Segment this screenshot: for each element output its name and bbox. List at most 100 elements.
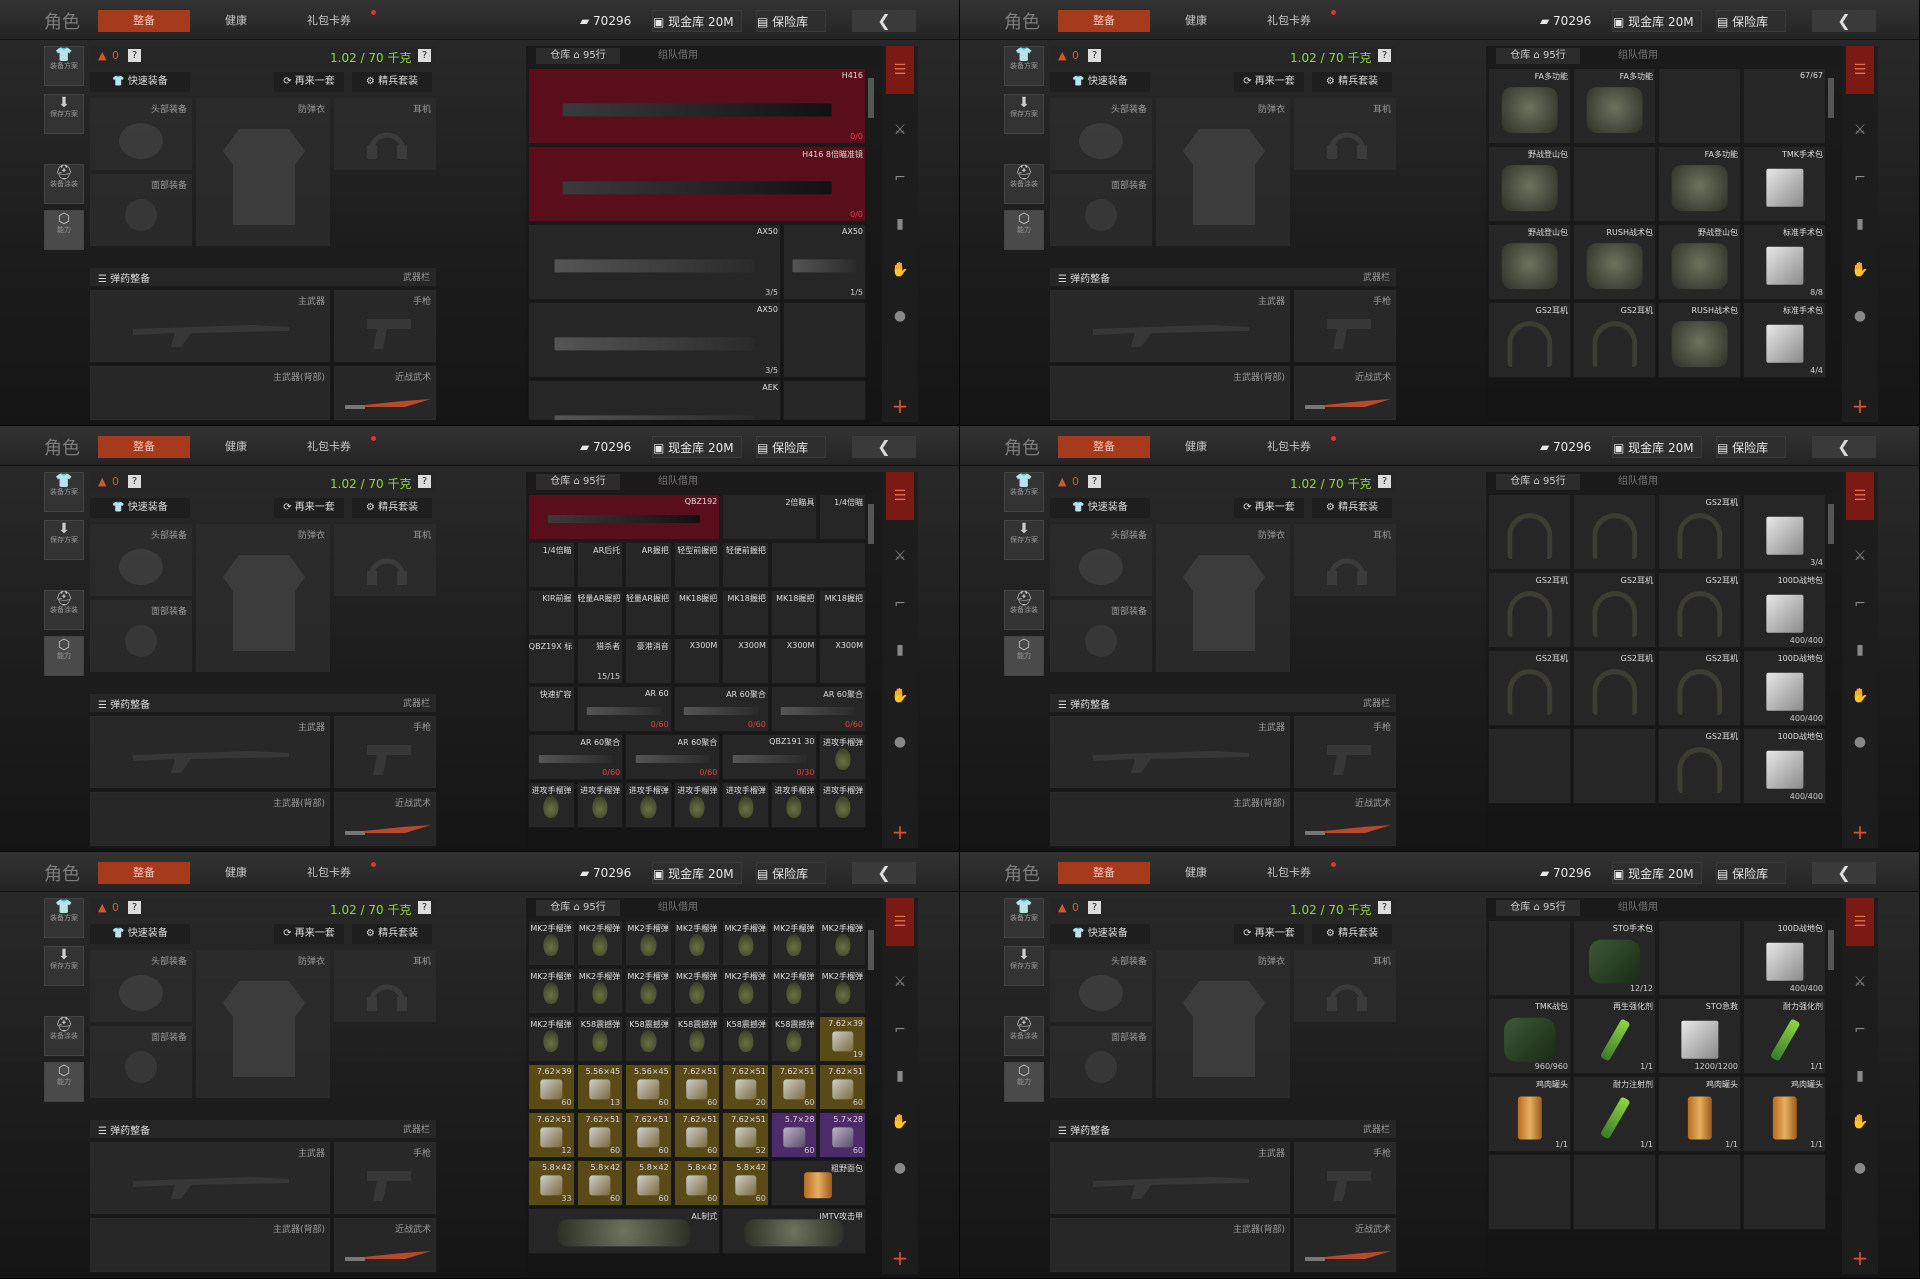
save-plan-button[interactable]: ⬇ 保存方案 [44,94,84,134]
help-icon[interactable]: ? [1378,475,1391,488]
face-slot[interactable]: 面部装备 [1050,600,1152,672]
tab-team-borrow[interactable]: 组队借用 [658,474,718,490]
inventory-item[interactable] [1488,920,1571,996]
quick-equip-button[interactable]: 👕 快速装备 [1050,72,1150,92]
plus-icon[interactable]: + [1846,1244,1874,1272]
tab-health[interactable]: 健康 [1170,862,1222,884]
inventory-item[interactable]: 7.62×51 60 [770,1064,818,1110]
elite-set-button[interactable]: ⚙ 精兵套装 [352,924,432,944]
tab-equip[interactable]: 整备 [1058,862,1150,884]
pistol-slot[interactable]: 手枪 [1294,716,1396,788]
inventory-item[interactable]: AR握把 [625,542,672,588]
inventory-item[interactable] [783,380,866,420]
cash-vault-button[interactable]: ▣ 现金库 20M [1612,436,1702,458]
quick-equip-button[interactable]: 👕 快速装备 [1050,498,1150,518]
inventory-item[interactable]: MK2手榴弹 [722,968,769,1014]
rifle-icon[interactable]: ⌐ [1846,590,1874,618]
elite-set-button[interactable]: ⚙ 精兵套装 [352,498,432,518]
inventory-item[interactable]: 鸡肉罐头 1/1 [1743,1076,1826,1152]
face-slot[interactable]: 面部装备 [90,600,192,672]
help-icon[interactable]: ? [1378,49,1391,62]
equip-skin-button[interactable]: ⛑ 装备涂装 [44,1016,84,1056]
tab-gift-card[interactable]: 礼包卡券 [292,862,366,884]
inventory-item[interactable]: 100D战地包 400/400 [1743,650,1826,726]
inventory-item[interactable]: GS2耳机 [1658,494,1741,570]
knife-icon[interactable]: ⚔ [1846,542,1874,570]
elite-set-button[interactable]: ⚙ 精兵套装 [352,72,432,92]
help-icon[interactable]: ? [1088,49,1101,62]
inventory-item[interactable]: 快速扩容 [528,686,575,732]
head-slot[interactable]: 头部装备 [90,98,192,170]
inventory-item[interactable]: K58震撼弹 [625,1016,672,1062]
inventory-item[interactable]: IMTV攻击甲 [722,1208,866,1254]
chevron-left-icon[interactable]: ❮ [1812,436,1876,458]
ability-button[interactable]: ⬡ 能力 [1004,210,1044,250]
inventory-item[interactable]: GS2耳机 [1658,650,1741,726]
again-button[interactable]: ⟳ 再来一套 [274,924,344,944]
inventory-item[interactable]: 进攻手榴弹 [819,782,866,828]
tab-gift-card[interactable]: 礼包卡券 [1252,862,1326,884]
inventory-item[interactable]: 100D战地包 400/400 [1743,920,1826,996]
pistol-slot[interactable]: 手枪 [1294,1142,1396,1214]
inventory-item[interactable]: AX50 3/5 [528,224,781,300]
inventory-item[interactable]: 5.8×42 60 [722,1160,769,1206]
hand-icon[interactable]: ✋ [1846,256,1874,284]
inventory-item[interactable]: MK2手榴弹 [770,968,818,1014]
armor-slot[interactable]: 防弹衣 [1156,950,1290,1098]
inventory-item[interactable]: 5.56×45 60 [625,1064,672,1110]
quick-equip-button[interactable]: 👕 快速装备 [90,72,190,92]
inventory-item[interactable]: 进攻手榴弹 [673,782,721,828]
inventory-item[interactable]: K58震撼弹 [576,1016,624,1062]
rifle-icon[interactable]: ⌐ [1846,1016,1874,1044]
grenade-icon[interactable]: ● [1846,1154,1874,1182]
inventory-item[interactable]: KIR前握 [528,590,575,636]
save-plan-button[interactable]: ⬇ 保存方案 [44,946,84,986]
inventory-item[interactable]: AX50 3/5 [528,302,781,378]
inventory-item[interactable]: 67/67 [1743,68,1826,144]
inventory-item[interactable]: 7.62×51 60 [819,1064,866,1110]
safe-button[interactable]: ▤ 保险库 [1716,10,1786,32]
help-icon[interactable]: ? [418,901,431,914]
chevron-left-icon[interactable]: ❮ [1812,862,1876,884]
inventory-item[interactable]: 猎杀者 15/15 [576,638,624,684]
main-weapon-back-slot[interactable]: 主武器(背部) [1050,366,1290,420]
inventory-item[interactable]: 7.62×51 60 [625,1112,672,1158]
inventory-item[interactable] [1573,728,1656,804]
bullet-icon[interactable]: ▮ [1846,1062,1874,1090]
inventory-item[interactable]: AR 60聚合 0/60 [625,734,721,780]
inventory-item[interactable]: 进攻手榴弹 [770,782,818,828]
stack-icon[interactable]: ☰ [1846,898,1874,946]
knife-icon[interactable]: ⚔ [886,968,914,996]
inventory-item[interactable]: 进攻手榴弹 [576,782,624,828]
tab-health[interactable]: 健康 [210,862,262,884]
grenade-icon[interactable]: ● [886,728,914,756]
inventory-item[interactable]: K58震撼弹 [673,1016,721,1062]
tab-health[interactable]: 健康 [1170,436,1222,458]
inventory-item[interactable]: X300M [770,638,818,684]
head-slot[interactable]: 头部装备 [1050,950,1152,1022]
inventory-item[interactable] [1743,1154,1826,1230]
inventory-item[interactable]: GS2耳机 [1658,728,1741,804]
bullet-icon[interactable]: ▮ [886,1062,914,1090]
hand-icon[interactable]: ✋ [1846,1108,1874,1136]
inventory-item[interactable]: 1/4倍瞄 [528,542,575,588]
melee-slot[interactable]: 近战武术 [1294,1218,1396,1272]
main-weapon-slot[interactable]: 主武器 [1050,290,1290,362]
inventory-item[interactable] [1573,1154,1656,1230]
main-weapon-slot[interactable]: 主武器 [90,716,330,788]
ability-button[interactable]: ⬡ 能力 [44,1062,84,1102]
warehouse-scrollbar[interactable] [1828,504,1834,544]
rifle-icon[interactable]: ⌐ [886,590,914,618]
bullet-icon[interactable]: ▮ [886,636,914,664]
equip-plan-button[interactable]: 👕 装备方案 [1004,898,1044,938]
inventory-item[interactable] [1658,1154,1741,1230]
inventory-item[interactable]: X300M [722,638,769,684]
ammo-prep-label[interactable]: ☰ 弹药整备 [98,1122,150,1137]
safe-button[interactable]: ▤ 保险库 [1716,862,1786,884]
ear-slot[interactable]: 耳机 [1294,950,1396,1022]
cash-vault-button[interactable]: ▣ 现金库 20M [1612,862,1702,884]
again-button[interactable]: ⟳ 再来一套 [274,72,344,92]
inventory-item[interactable]: AR后托 [576,542,624,588]
hand-icon[interactable]: ✋ [886,256,914,284]
inventory-item[interactable]: 标准手术包 4/4 [1743,302,1826,378]
